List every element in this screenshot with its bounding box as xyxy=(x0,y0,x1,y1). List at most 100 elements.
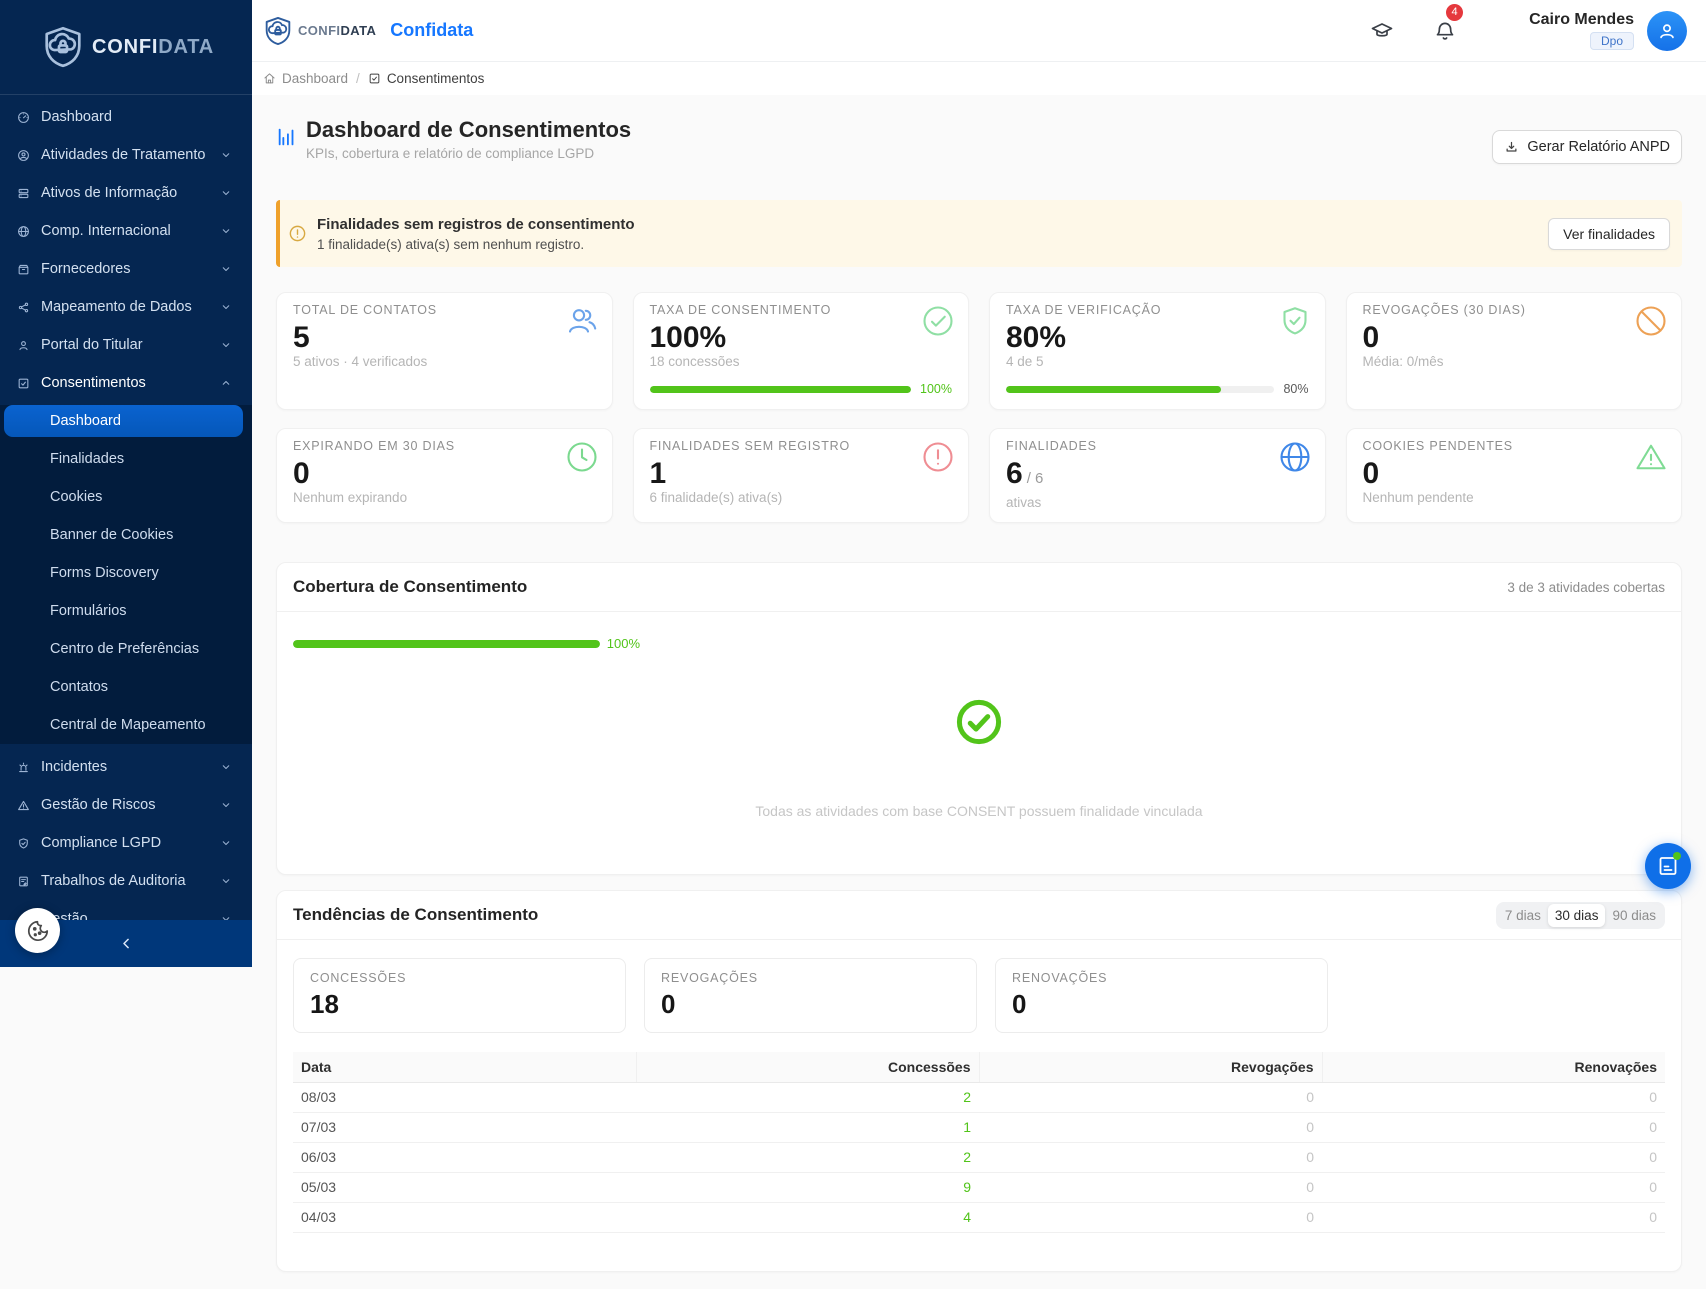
kpi-progress-bar: 100% xyxy=(650,382,953,396)
sidebar-item-dashboard[interactable]: Dashboard xyxy=(0,98,252,136)
sidebar-subitem-contatos[interactable]: Contatos xyxy=(0,668,252,706)
check-square-icon xyxy=(368,72,381,85)
kpi-card-total-de-contatos: TOTAL DE CONTATOS55 ativos · 4 verificad… xyxy=(276,292,613,410)
range-option-90-dias[interactable]: 90 dias xyxy=(1605,904,1663,927)
globe-icon xyxy=(1277,439,1313,475)
sidebar-item-gestao-de-riscos[interactable]: Gestão de Riscos xyxy=(0,786,252,824)
table-row: 04/03400 xyxy=(293,1202,1665,1232)
chevron-down-icon xyxy=(220,149,232,161)
page-title: Dashboard de Consentimentos xyxy=(306,117,631,143)
kpi-card-finalidades: FINALIDADES6/ 6ativas xyxy=(989,428,1326,523)
notifications-button[interactable]: 4 xyxy=(1433,19,1457,43)
warning-banner: Finalidades sem registros de consentimen… xyxy=(276,200,1682,267)
range-option-30-dias[interactable]: 30 dias xyxy=(1548,904,1606,927)
trends-card: Tendências de Consentimento 7 dias30 dia… xyxy=(276,890,1682,1272)
warning-banner-description: 1 finalidade(s) ativa(s) sem nenhum regi… xyxy=(317,237,635,252)
breadcrumb: Dashboard / Consentimentos xyxy=(252,62,1706,95)
sidebar-item-fornecedores[interactable]: Fornecedores xyxy=(0,250,252,288)
circle-check-icon xyxy=(920,303,956,339)
sidebar-subitem-finalidades[interactable]: Finalidades xyxy=(0,440,252,478)
breadcrumb-consentimentos[interactable]: Consentimentos xyxy=(368,71,485,86)
table-row: 07/03100 xyxy=(293,1112,1665,1142)
avatar[interactable] xyxy=(1647,11,1687,51)
alert-circle-icon xyxy=(288,224,307,243)
kpi-grid: TOTAL DE CONTATOS55 ativos · 4 verificad… xyxy=(276,292,1682,523)
sidebar-subitem-banner-de-cookies[interactable]: Banner de Cookies xyxy=(0,516,252,554)
trend-stat-revogacoes: REVOGAÇÕES0 xyxy=(644,958,977,1033)
range-option-7-dias[interactable]: 7 dias xyxy=(1498,904,1548,927)
chevron-up-icon xyxy=(220,377,232,389)
sidebar-logo: CONFIDATA xyxy=(0,0,252,95)
kpi-card-finalidades-sem-registro: FINALIDADES SEM REGISTRO16 finalidade(s)… xyxy=(633,428,970,523)
globe-icon xyxy=(17,225,30,238)
sidebar-subitem-formularios[interactable]: Formulários xyxy=(0,592,252,630)
chevron-left-icon xyxy=(119,936,134,951)
table-row: 05/03900 xyxy=(293,1172,1665,1202)
trend-stats: CONCESSÕES18REVOGAÇÕES0RENOVAÇÕES0 xyxy=(277,940,1681,1033)
server-icon xyxy=(17,187,30,200)
warning-banner-title: Finalidades sem registros de consentimen… xyxy=(317,216,635,233)
circle-check-icon xyxy=(954,697,1004,747)
breadcrumb-dashboard[interactable]: Dashboard xyxy=(263,71,348,86)
sidebar-item-incidentes[interactable]: Incidentes xyxy=(0,748,252,786)
users-icon xyxy=(564,303,600,339)
sidebar-subitem-cookies[interactable]: Cookies xyxy=(0,478,252,516)
coverage-card: Cobertura de Consentimento 3 de 3 ativid… xyxy=(276,562,1682,875)
shield-check-icon xyxy=(1277,303,1313,339)
table-row: 06/03200 xyxy=(293,1142,1665,1172)
sidebar-item-mapeamento-de-dados[interactable]: Mapeamento de Dados xyxy=(0,288,252,326)
coverage-summary: 3 de 3 atividades cobertas xyxy=(1507,580,1665,595)
topbar: CONFIDATA Confidata 4 Cairo Mendes Dpo xyxy=(252,0,1706,62)
sidebar-menu-bottom: IncidentesGestão de RiscosCompliance LGP… xyxy=(0,744,252,920)
bar-chart-icon xyxy=(276,126,298,148)
breadcrumb-separator: / xyxy=(356,71,360,86)
box-icon xyxy=(17,263,30,276)
kpi-progress-bar: 80% xyxy=(1006,382,1309,396)
chevron-down-icon xyxy=(220,301,232,313)
sidebar-item-portal-do-titular[interactable]: Portal do Titular xyxy=(0,326,252,364)
sidebar-subitem-dashboard[interactable]: Dashboard xyxy=(4,405,243,437)
user-role-badge[interactable]: Dpo xyxy=(1590,32,1634,50)
download-icon xyxy=(1504,140,1519,155)
trends-table-header-row: DataConcessõesRevogaçõesRenovações xyxy=(293,1052,1665,1082)
generate-anpd-report-button[interactable]: Gerar Relatório ANPD xyxy=(1492,130,1682,164)
siren-icon xyxy=(17,761,30,774)
column-header-revogacoes: Revogações xyxy=(979,1052,1322,1082)
page-subtitle: KPIs, cobertura e relatório de complianc… xyxy=(306,146,631,161)
chevron-down-icon xyxy=(220,263,232,275)
trend-stat-concessoes: CONCESSÕES18 xyxy=(293,958,626,1033)
coverage-status-message: Todas as atividades com base CONSENT pos… xyxy=(293,803,1665,819)
user-name: Cairo Mendes xyxy=(1529,11,1634,29)
sidebar-subitem-centro-de-preferencias[interactable]: Centro de Preferências xyxy=(0,630,252,668)
trend-stat-renovacoes: RENOVAÇÕES0 xyxy=(995,958,1328,1033)
bell-icon xyxy=(1433,19,1457,43)
sidebar-subitem-forms-discovery[interactable]: Forms Discovery xyxy=(0,554,252,592)
kpi-card-expirando-em-30-dias: EXPIRANDO EM 30 DIAS0Nenhum expirando xyxy=(276,428,613,523)
view-finalidades-button[interactable]: Ver finalidades xyxy=(1548,218,1670,250)
check-square-icon xyxy=(17,377,30,390)
cookie-settings-button[interactable] xyxy=(15,908,60,953)
sidebar-subitem-central-de-mapeamento[interactable]: Central de Mapeamento xyxy=(0,706,252,744)
share-icon xyxy=(17,301,30,314)
report-fab-button[interactable] xyxy=(1645,843,1691,889)
sidebar-item-compliance-lgpd[interactable]: Compliance LGPD xyxy=(0,824,252,862)
sidebar-item-comp-internacional[interactable]: Comp. Internacional xyxy=(0,212,252,250)
chevron-down-icon xyxy=(220,225,232,237)
sidebar: CONFIDATA DashboardAtividades de Tratame… xyxy=(0,0,252,967)
chevron-down-icon xyxy=(220,339,232,351)
chevron-down-icon xyxy=(220,913,232,920)
home-icon xyxy=(263,72,276,85)
audit-doc-icon xyxy=(17,875,30,888)
brand-title: Confidata xyxy=(390,20,473,41)
chevron-down-icon xyxy=(220,799,232,811)
range-segmented-control: 7 dias30 dias90 dias xyxy=(1496,902,1665,929)
warning-triangle-icon xyxy=(1633,439,1669,475)
brand-small: CONFIDATA xyxy=(298,23,376,38)
sidebar-item-atividades-de-tratamento[interactable]: Atividades de Tratamento xyxy=(0,136,252,174)
kpi-card-revogacoes-30-dias: REVOGAÇÕES (30 DIAS)0Média: 0/mês xyxy=(1346,292,1683,410)
graduation-cap-icon[interactable] xyxy=(1370,19,1394,43)
sidebar-item-ativos-de-informacao[interactable]: Ativos de Informação xyxy=(0,174,252,212)
chevron-down-icon xyxy=(220,761,232,773)
sidebar-item-trabalhos-de-auditoria[interactable]: Trabalhos de Auditoria xyxy=(0,862,252,900)
sidebar-item-consentimentos[interactable]: Consentimentos xyxy=(0,364,252,402)
